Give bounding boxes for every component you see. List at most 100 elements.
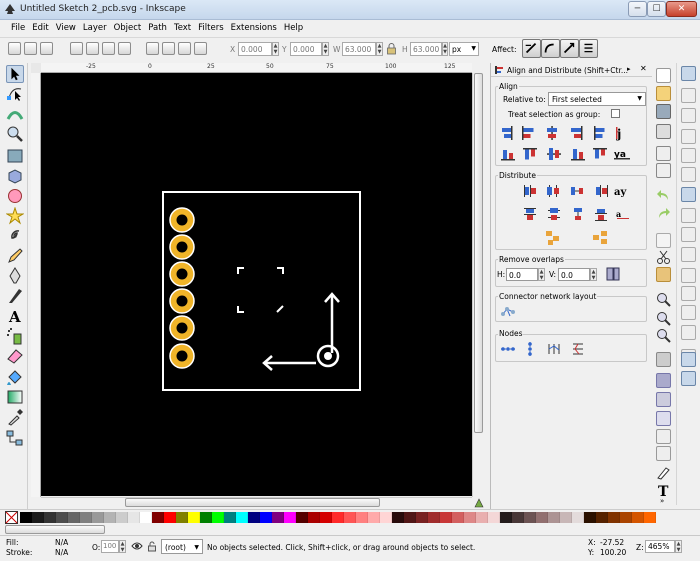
menu-edit[interactable]: Edit — [30, 20, 53, 36]
spiral-tool-icon[interactable] — [6, 227, 24, 245]
overlap-v-spin-arrows[interactable]: ▲ ▼ — [590, 268, 597, 281]
distribute-right-edges-icon[interactable] — [593, 183, 609, 199]
maximize-button[interactable]: ☐ — [647, 1, 666, 17]
zoom-spin-arrows[interactable]: ▲ ▼ — [675, 540, 682, 553]
scale-stroke-icon[interactable] — [522, 39, 541, 58]
more-commands-icon[interactable]: » — [660, 497, 664, 505]
y-spin-arrows[interactable]: ▲ ▼ — [322, 42, 329, 56]
export-icon[interactable] — [656, 163, 671, 178]
color-swatch[interactable] — [476, 512, 488, 523]
print-icon[interactable] — [656, 124, 671, 139]
save-icon[interactable] — [656, 104, 671, 119]
align-text-baseline-v-icon[interactable]: ya — [614, 146, 630, 162]
zoom-selection-icon[interactable] — [656, 292, 671, 307]
horizontal-scroll-thumb[interactable] — [125, 498, 380, 507]
overlap-h-input[interactable]: 0.0 — [506, 268, 538, 281]
distribute-gaps-h-icon[interactable] — [569, 183, 585, 199]
color-swatch[interactable] — [644, 512, 656, 523]
dock-iconify-icon[interactable]: ▸ — [627, 65, 635, 74]
align-nodes-v-icon[interactable] — [522, 341, 538, 357]
align-nodes-h-icon[interactable] — [500, 341, 516, 357]
color-swatch[interactable] — [44, 512, 56, 523]
color-swatch[interactable] — [380, 512, 392, 523]
color-swatch[interactable] — [584, 512, 596, 523]
color-swatch[interactable] — [272, 512, 284, 523]
copy-icon[interactable] — [656, 233, 671, 248]
zoom-tool-icon[interactable] — [6, 125, 24, 143]
snap-nodes-icon[interactable] — [681, 187, 696, 202]
distribute-baselines-h-icon[interactable]: ay — [614, 183, 630, 199]
color-swatch[interactable] — [392, 512, 404, 523]
color-swatch[interactable] — [260, 512, 272, 523]
align-top-edges-icon[interactable] — [522, 146, 538, 162]
remove-overlaps-icon[interactable] — [605, 266, 621, 282]
align-top-to-bottom-icon[interactable] — [592, 146, 608, 162]
selector-tool-icon[interactable] — [6, 65, 24, 83]
snap-bbox-edges-icon[interactable] — [681, 108, 696, 123]
lock-icon[interactable] — [386, 42, 397, 55]
drawing-canvas[interactable] — [41, 73, 472, 496]
snap-smooth-nodes-icon[interactable] — [681, 268, 696, 283]
raise-to-top-icon[interactable] — [146, 42, 159, 55]
color-swatch[interactable] — [80, 512, 92, 523]
select-original-icon[interactable] — [656, 411, 671, 426]
color-swatch[interactable] — [224, 512, 236, 523]
distribute-gaps-v-icon[interactable] — [570, 206, 586, 222]
menu-file[interactable]: File — [9, 20, 30, 36]
zoom-input[interactable]: 465% — [645, 540, 675, 553]
align-right-to-left-icon[interactable] — [500, 125, 516, 141]
select-all-icon[interactable] — [8, 42, 21, 55]
color-swatch[interactable] — [320, 512, 332, 523]
color-swatch[interactable] — [92, 512, 104, 523]
distribute-bottom-edges-icon[interactable] — [593, 206, 609, 222]
new-document-icon[interactable] — [656, 68, 671, 83]
import-icon[interactable] — [656, 146, 671, 161]
layer-select[interactable]: (root) ▼ — [161, 539, 203, 554]
color-swatch[interactable] — [332, 512, 344, 523]
height-spin-arrows[interactable]: ▲ ▼ — [442, 42, 448, 56]
distribute-baselines-v-icon[interactable]: a — [615, 206, 631, 222]
align-right-edges-icon[interactable] — [568, 125, 584, 141]
y-input[interactable]: 0.000 — [290, 42, 322, 56]
menu-help[interactable]: Help — [282, 20, 308, 36]
snap-rotation-centers-icon[interactable] — [681, 325, 696, 340]
color-swatch[interactable] — [104, 512, 116, 523]
color-swatch[interactable] — [56, 512, 68, 523]
color-swatch[interactable] — [416, 512, 428, 523]
text-tool-icon[interactable]: A — [6, 307, 24, 325]
distribute-nodes-h-icon[interactable] — [546, 341, 562, 357]
vertical-ruler[interactable] — [31, 73, 41, 497]
flip-vertical-icon[interactable] — [118, 42, 131, 55]
menu-filters[interactable]: Filters — [196, 20, 228, 36]
color-swatch[interactable] — [128, 512, 140, 523]
palette-scroll-thumb[interactable] — [5, 525, 105, 534]
cut-icon[interactable] — [656, 250, 671, 265]
move-gradients-icon[interactable] — [560, 39, 579, 58]
snap-object-centers-icon[interactable] — [681, 305, 696, 320]
opacity-spin-arrows[interactable]: ▲ ▼ — [119, 540, 126, 553]
color-swatch[interactable] — [200, 512, 212, 523]
color-swatch[interactable] — [512, 512, 524, 523]
color-swatch[interactable] — [560, 512, 572, 523]
select-all-layers-icon[interactable] — [24, 42, 37, 55]
color-swatch[interactable] — [596, 512, 608, 523]
menu-view[interactable]: View — [54, 20, 81, 36]
vertical-scroll-thumb[interactable] — [474, 73, 483, 433]
dock-close-icon[interactable]: ✕ — [640, 65, 649, 74]
color-swatch[interactable] — [608, 512, 620, 523]
color-swatch[interactable] — [488, 512, 500, 523]
snap-cusp-nodes-icon[interactable] — [681, 247, 696, 262]
fill-value[interactable]: N/A — [55, 538, 68, 547]
snap-intersections-icon[interactable] — [681, 227, 696, 242]
color-swatch[interactable] — [284, 512, 296, 523]
width-input[interactable]: 63.000 — [342, 42, 376, 56]
distribute-nodes-v-icon[interactable] — [570, 341, 586, 357]
minimize-button[interactable]: ─ — [628, 1, 647, 17]
connector-tool-icon[interactable] — [6, 429, 24, 447]
rectangle-tool-icon[interactable] — [6, 147, 24, 165]
deselect-icon[interactable] — [40, 42, 53, 55]
distribute-left-edges-icon[interactable] — [522, 183, 538, 199]
stroke-value[interactable]: N/A — [55, 548, 68, 557]
flip-horizontal-icon[interactable] — [102, 42, 115, 55]
opacity-input[interactable]: 100 — [101, 540, 119, 553]
